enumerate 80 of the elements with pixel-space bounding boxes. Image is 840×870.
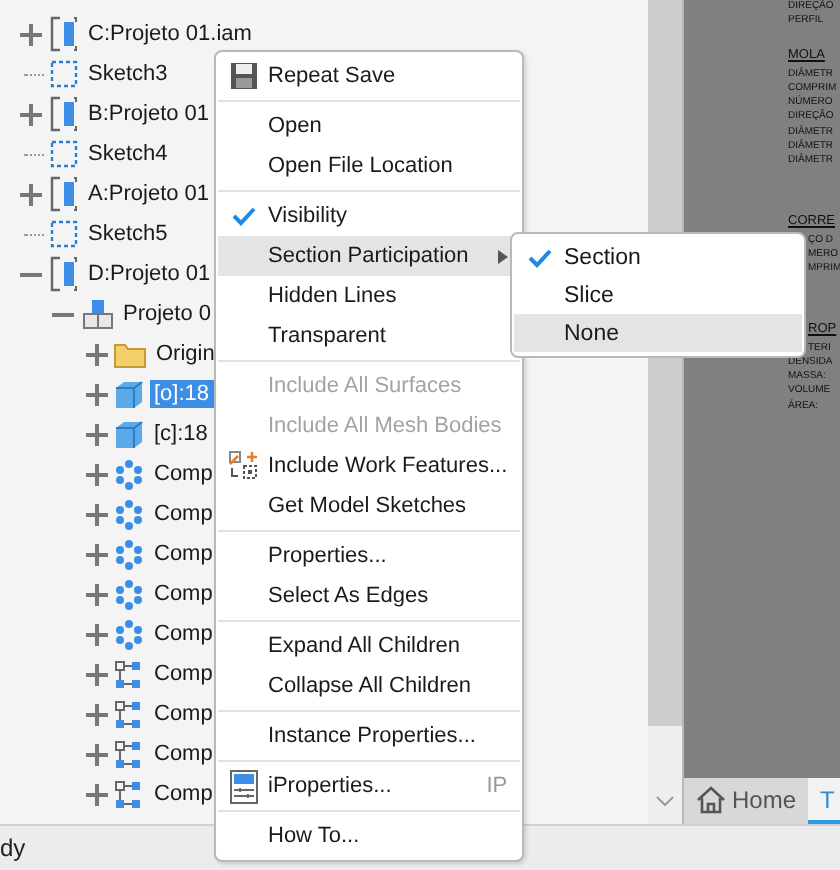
component-icon	[114, 739, 144, 769]
tree-item[interactable]: Comp	[150, 660, 217, 688]
tree-item[interactable]: Projeto 0	[119, 300, 216, 328]
cube-icon	[114, 419, 144, 449]
tab-label: Home	[732, 785, 797, 814]
properties-icon	[229, 769, 257, 803]
expand-icon[interactable]	[85, 583, 107, 605]
menu-item[interactable]: Open	[218, 106, 520, 146]
status-text: dy	[0, 834, 26, 863]
tree-item[interactable]: Comp	[150, 540, 217, 568]
document-tab[interactable]: Home	[684, 778, 809, 825]
chevron-down-icon[interactable]	[656, 796, 674, 809]
tree-item[interactable]: Sketch5	[84, 220, 172, 248]
pattern-icon	[114, 459, 144, 489]
assembly-icon	[50, 256, 78, 292]
menu-item[interactable]: How To...	[218, 816, 520, 856]
submenu-arrow-icon	[497, 249, 508, 263]
expand-icon[interactable]	[85, 783, 107, 805]
menu-item[interactable]: Visibility	[218, 196, 520, 236]
expand-icon[interactable]	[85, 423, 107, 445]
tree-item[interactable]: Sketch3	[84, 60, 172, 88]
folder-icon	[114, 340, 146, 368]
tab-label: T	[820, 785, 835, 814]
tree-item[interactable]: Comp	[150, 700, 217, 728]
home-icon	[696, 785, 726, 814]
expand-icon[interactable]	[85, 743, 107, 765]
tree-item[interactable]: Comp	[150, 740, 217, 768]
sketch-icon	[50, 140, 78, 168]
tree-item[interactable]: B:Projeto 01	[84, 100, 214, 128]
tree-item[interactable]: Comp	[150, 620, 217, 648]
expand-icon[interactable]	[19, 183, 41, 205]
menu-item[interactable]: Include Work Features...	[218, 446, 520, 486]
expand-icon[interactable]	[85, 543, 107, 565]
tree-item[interactable]: A:Projeto 01	[84, 180, 214, 208]
pattern-icon	[114, 539, 144, 569]
expand-icon[interactable]	[85, 663, 107, 685]
assembly-icon	[50, 96, 78, 132]
tree-item[interactable]: D:Projeto 01	[84, 260, 215, 288]
pattern-icon	[114, 579, 144, 609]
menu-item[interactable]: Collapse All Children	[218, 666, 520, 706]
expand-icon[interactable]	[19, 23, 41, 45]
menu-item[interactable]: iProperties... IP	[218, 766, 520, 806]
part-icon	[81, 298, 113, 330]
tree-item[interactable]: Sketch4	[84, 140, 172, 168]
tree-item[interactable]: C:Projeto 01.iam	[84, 20, 256, 48]
shortcut-text: IP	[486, 774, 508, 798]
menu-item[interactable]: Repeat Save	[218, 56, 520, 96]
menu-item[interactable]: Section	[514, 238, 802, 276]
assembly-icon	[50, 16, 78, 52]
menu-item[interactable]: Instance Properties...	[218, 716, 520, 756]
tree-item[interactable]: Comp	[150, 460, 217, 488]
tree-item[interactable]: [c]:18	[150, 420, 212, 448]
expand-icon[interactable]	[85, 343, 107, 365]
work-features-icon	[227, 450, 259, 482]
expand-icon[interactable]	[85, 383, 107, 405]
tree-item[interactable]: Comp	[150, 580, 217, 608]
expand-icon[interactable]	[85, 703, 107, 725]
component-icon	[114, 779, 144, 809]
component-icon	[114, 659, 144, 689]
tree-item[interactable]: Origin	[152, 340, 219, 368]
tree-item[interactable]: Comp	[150, 780, 217, 808]
tree-item[interactable]: Comp	[150, 500, 217, 528]
component-icon	[114, 699, 144, 729]
menu-item[interactable]: None	[514, 314, 802, 352]
expand-icon[interactable]	[19, 103, 41, 125]
sketch-icon	[50, 220, 78, 248]
pattern-icon	[114, 619, 144, 649]
menu-item[interactable]: Expand All Children	[218, 626, 520, 666]
expand-icon[interactable]	[85, 503, 107, 525]
cube-icon	[114, 379, 144, 409]
menu-item[interactable]: Slice	[514, 276, 802, 314]
menu-item[interactable]: Get Model Sketches	[218, 486, 520, 526]
menu-item[interactable]: Select As Edges	[218, 576, 520, 616]
menu-item[interactable]: Open File Location	[218, 146, 520, 186]
expand-icon[interactable]	[85, 623, 107, 645]
menu-item[interactable]: Properties...	[218, 536, 520, 576]
pattern-icon	[114, 499, 144, 529]
assembly-icon	[50, 176, 78, 212]
expand-icon[interactable]	[85, 463, 107, 485]
sketch-icon	[50, 60, 78, 88]
